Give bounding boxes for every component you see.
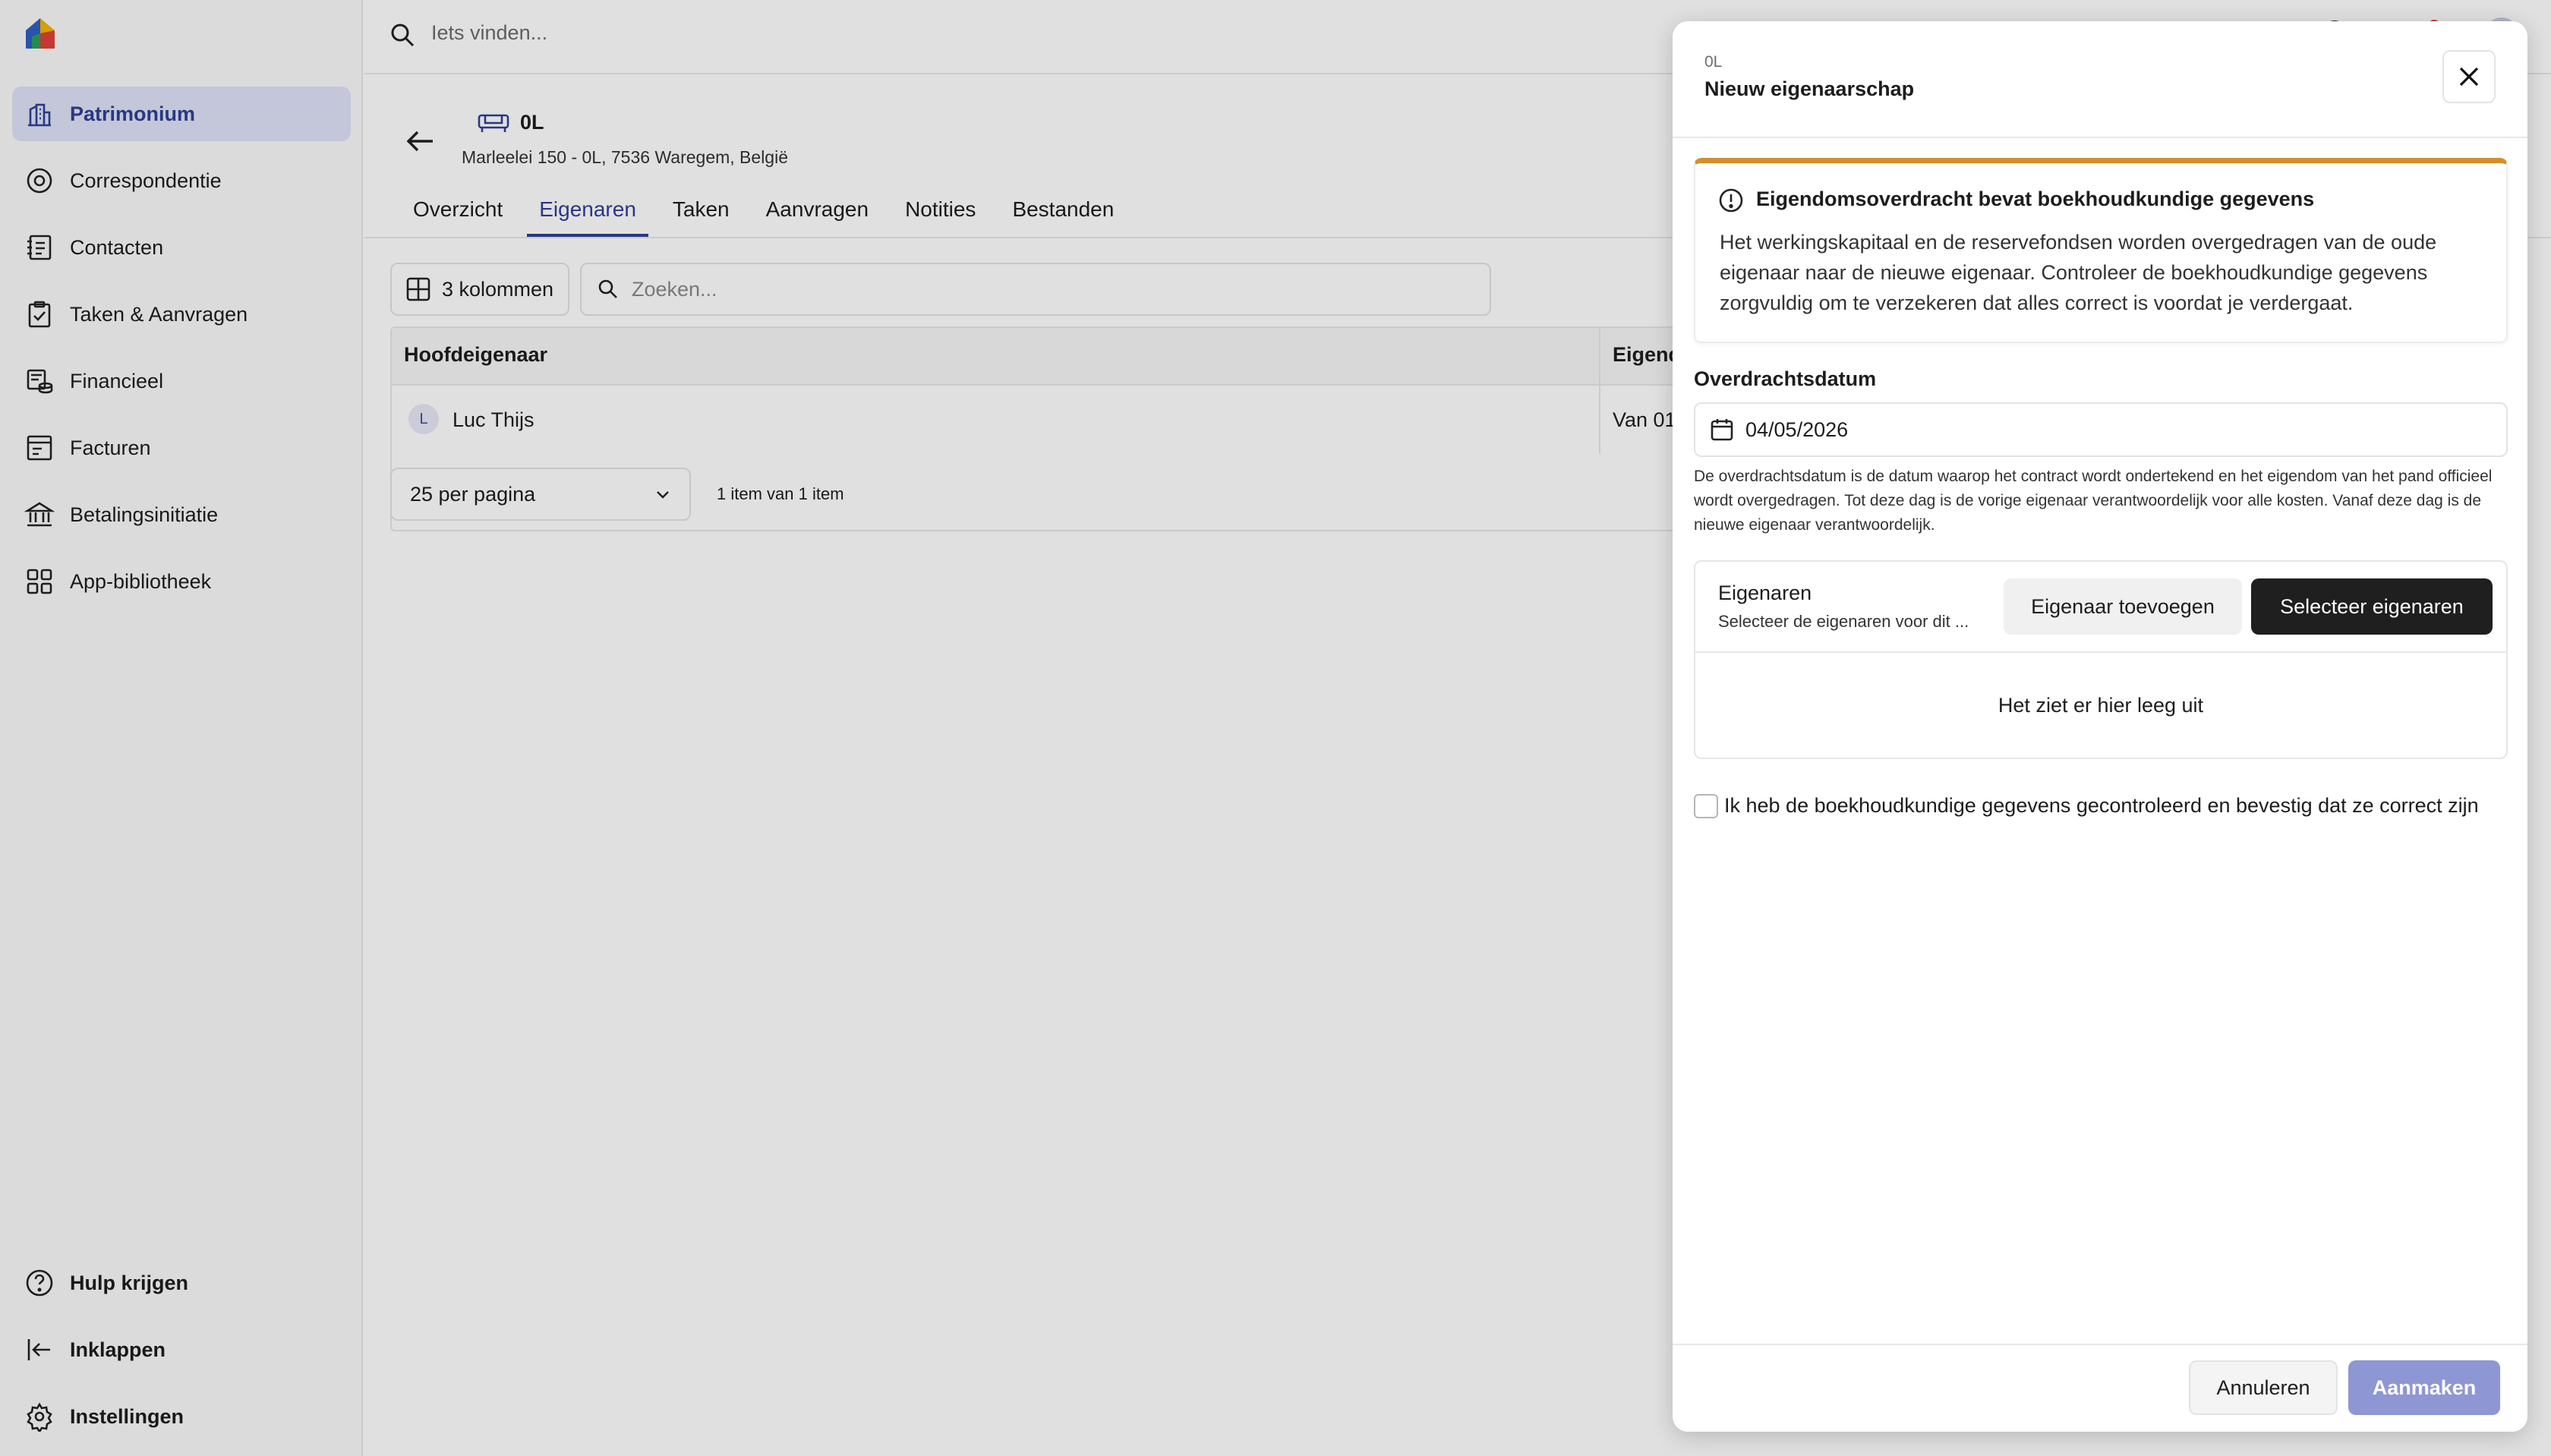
- warning-circle-icon: [1719, 188, 1743, 213]
- confirm-checkbox[interactable]: [1694, 794, 1718, 818]
- new-ownership-drawer: 0L Nieuw eigenaarschap Eigendomsoverdrac…: [1673, 21, 2527, 1432]
- drawer-title: Nieuw eigenaarschap: [1704, 77, 1915, 100]
- cancel-button[interactable]: Annuleren: [2189, 1360, 2338, 1415]
- create-button[interactable]: Aanmaken: [2348, 1360, 2500, 1415]
- drawer-subtitle: 0L: [1704, 53, 1723, 71]
- close-button[interactable]: [2442, 50, 2496, 103]
- owners-subtitle: Selecteer de eigenaren voor dit ...: [1718, 612, 1969, 631]
- owners-title: Eigenaren: [1718, 581, 1812, 604]
- drawer-footer-divider: [1673, 1344, 2527, 1345]
- transfer-date-label: Overdrachtsdatum: [1694, 367, 1877, 390]
- accounting-warning: Eigendomsoverdracht bevat boekhoudkundig…: [1694, 158, 2508, 343]
- empty-state-text: Het ziet er hier leeg uit: [1998, 694, 2204, 717]
- warning-title: Eigendomsoverdracht bevat boekhoudkundig…: [1756, 188, 2315, 210]
- warning-text: Het werkingskapitaal en de reservefondse…: [1720, 231, 2437, 314]
- owners-divider: [1695, 651, 2506, 653]
- select-owners-button[interactable]: Selecteer eigenaren: [2251, 578, 2493, 635]
- owners-section: Eigenaren Selecteer de eigenaren voor di…: [1694, 560, 2508, 759]
- close-icon: [2459, 67, 2479, 87]
- calendar-icon: [1711, 419, 1733, 441]
- transfer-date-help: De overdrachtsdatum is de datum waarop h…: [1694, 468, 2493, 534]
- add-owner-button[interactable]: Eigenaar toevoegen: [2004, 578, 2242, 635]
- drawer-header-divider: [1673, 137, 2527, 138]
- transfer-date-input[interactable]: 04/05/2026: [1694, 402, 2508, 457]
- confirm-label[interactable]: Ik heb de boekhoudkundige gegevens gecon…: [1724, 794, 2479, 818]
- transfer-date-value: 04/05/2026: [1745, 418, 1849, 441]
